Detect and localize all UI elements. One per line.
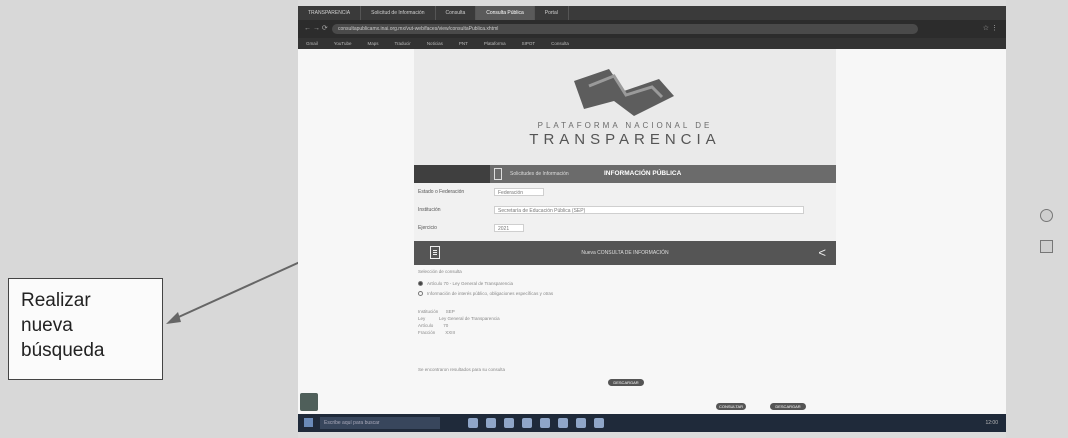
field-value: Ley General de Transparencia — [439, 316, 500, 321]
windows-taskbar: Escribe aquí para buscar 12:00 — [298, 414, 1006, 432]
field-row: Artículo 70 — [418, 323, 448, 329]
radio-icon[interactable] — [418, 281, 423, 287]
field-row: Fracción XXIII — [418, 330, 455, 336]
callout-line-2: nueva — [21, 315, 73, 336]
windows-start-icon[interactable] — [304, 418, 313, 427]
site-banner: PLATAFORMA NACIONAL DE TRANSPARENCIA — [414, 49, 836, 165]
nav-solicitudes[interactable]: Solicitudes de Información — [510, 165, 590, 183]
field-label: Artículo — [418, 323, 434, 328]
bookmarks-bar: Gmail YouTube Maps Traducir Noticias PNT… — [298, 38, 1006, 49]
bookmark-item[interactable]: Maps — [359, 41, 386, 46]
navbar-logo[interactable] — [414, 165, 490, 183]
bookmark-item[interactable]: YouTube — [326, 41, 360, 46]
browser-tab-active[interactable]: Consulta Pública — [476, 6, 535, 20]
form-label: Estado o Federación — [418, 189, 465, 195]
taskbar-app-icon[interactable] — [522, 418, 532, 428]
chatbot-icon[interactable] — [300, 393, 318, 411]
taskbar-app-icon[interactable] — [558, 418, 568, 428]
url-field[interactable]: consultapublicamx.inai.org.mx/vut-web/fa… — [332, 24, 918, 34]
flag-icon[interactable] — [494, 168, 502, 180]
scan-margin-right — [1006, 0, 1068, 438]
taskbar-app-icon[interactable] — [486, 418, 496, 428]
field-label: Institución — [418, 309, 439, 314]
field-row: Ley Ley General de Transparencia — [418, 316, 500, 322]
results-heading: Selección de consulta — [418, 269, 462, 274]
bookmark-item[interactable]: Traducir — [386, 41, 418, 46]
bookmark-item[interactable]: Plataforma — [476, 41, 514, 46]
bookmark-item[interactable]: Gmail — [298, 41, 326, 46]
taskbar-app-icon[interactable] — [594, 418, 604, 428]
nav-informacion-publica[interactable]: INFORMACIÓN PÚBLICA — [604, 165, 681, 183]
taskbar-app-icon[interactable] — [504, 418, 514, 428]
field-value: XXIII — [445, 330, 456, 335]
browser-tab[interactable]: Consulta — [436, 6, 477, 20]
address-bar: ← → ⟳ consultapublicamx.inai.org.mx/vut-… — [298, 20, 1006, 38]
action-bar: Nueva CONSULTA DE INFORMACIÓN < — [414, 241, 836, 265]
descargar-button-2[interactable]: DESCARGAR — [770, 403, 806, 410]
form-label: Institución — [418, 207, 441, 213]
bookmark-item[interactable]: Noticias — [419, 41, 451, 46]
field-label: Ley — [418, 316, 426, 321]
site-title-line2: TRANSPARENCIA — [529, 131, 721, 148]
browser-tab[interactable]: Solicitud de Información — [361, 6, 436, 20]
callout-line-1: Realizar — [21, 290, 91, 311]
browser-screenshot: TRANSPARENCIA Solicitud de Información C… — [298, 6, 1006, 432]
system-tray-clock[interactable]: 12:00 — [985, 418, 998, 428]
browser-tab-bar: TRANSPARENCIA Solicitud de Información C… — [298, 6, 1006, 20]
field-value: SEP — [445, 309, 455, 314]
share-icon[interactable]: < — [818, 245, 826, 260]
form-label: Ejercicio — [418, 225, 437, 231]
taskbar-app-icon[interactable] — [468, 418, 478, 428]
bookmark-item[interactable]: SIPOT — [514, 41, 544, 46]
taskbar-app-icon[interactable] — [576, 418, 586, 428]
pnt-logo-icon — [574, 69, 674, 116]
browser-actions-icon[interactable]: ☆ ⋮ — [983, 24, 998, 32]
search-form: Estado o Federación Federación Instituci… — [414, 183, 836, 241]
option-label: Artículo 70 - Ley General de Transparenc… — [427, 281, 514, 286]
estado-select[interactable]: Federación — [494, 188, 544, 196]
field-value: 70 — [443, 323, 449, 328]
browser-tab[interactable]: TRANSPARENCIA — [298, 6, 362, 20]
consultar-button[interactable]: CONSULTAR — [716, 403, 746, 410]
field-row: Institución SEP — [418, 309, 455, 315]
site-navbar: Solicitudes de Información INFORMACIÓN P… — [414, 165, 836, 183]
browser-tab[interactable]: Portal — [535, 6, 569, 20]
nueva-consulta-button[interactable]: Nueva CONSULTA DE INFORMACIÓN — [414, 241, 836, 265]
site-title-line1: PLATAFORMA NACIONAL DE — [537, 121, 713, 130]
option-label: Información de interés público, obligaci… — [427, 291, 554, 296]
field-label: Fracción — [418, 330, 436, 335]
nav-buttons[interactable]: ← → ⟳ — [304, 24, 328, 32]
institucion-select[interactable]: Secretaría de Educación Pública (SEP) — [494, 206, 804, 214]
results-footer-text: Se encontraron resultados para su consul… — [418, 367, 506, 372]
document-icon[interactable] — [1040, 240, 1053, 253]
results-panel: Selección de consulta Artículo 70 - Ley … — [418, 269, 838, 410]
option-row[interactable]: Artículo 70 - Ley General de Transparenc… — [418, 281, 513, 287]
taskbar-search-input[interactable]: Escribe aquí para buscar — [320, 417, 440, 429]
form-row: Ejercicio 2021 — [414, 223, 836, 233]
bookmark-item[interactable]: PNT — [451, 41, 476, 46]
taskbar-app-icon[interactable] — [540, 418, 550, 428]
callout-line-3: búsqueda — [21, 340, 105, 361]
web-page: PLATAFORMA NACIONAL DE TRANSPARENCIA Sol… — [298, 49, 1006, 414]
info-icon[interactable] — [1040, 209, 1053, 222]
descargar-button[interactable]: DESCARGAR — [608, 379, 644, 386]
radio-icon[interactable] — [418, 291, 423, 297]
ejercicio-select[interactable]: 2021 — [494, 224, 524, 232]
annotation-callout: Realizar nueva búsqueda — [8, 278, 163, 380]
form-row: Institución Secretaría de Educación Públ… — [414, 205, 836, 215]
bookmark-item[interactable]: Consulta — [543, 41, 577, 46]
form-row: Estado o Federación Federación — [414, 187, 836, 197]
option-row[interactable]: Información de interés público, obligaci… — [418, 291, 553, 297]
